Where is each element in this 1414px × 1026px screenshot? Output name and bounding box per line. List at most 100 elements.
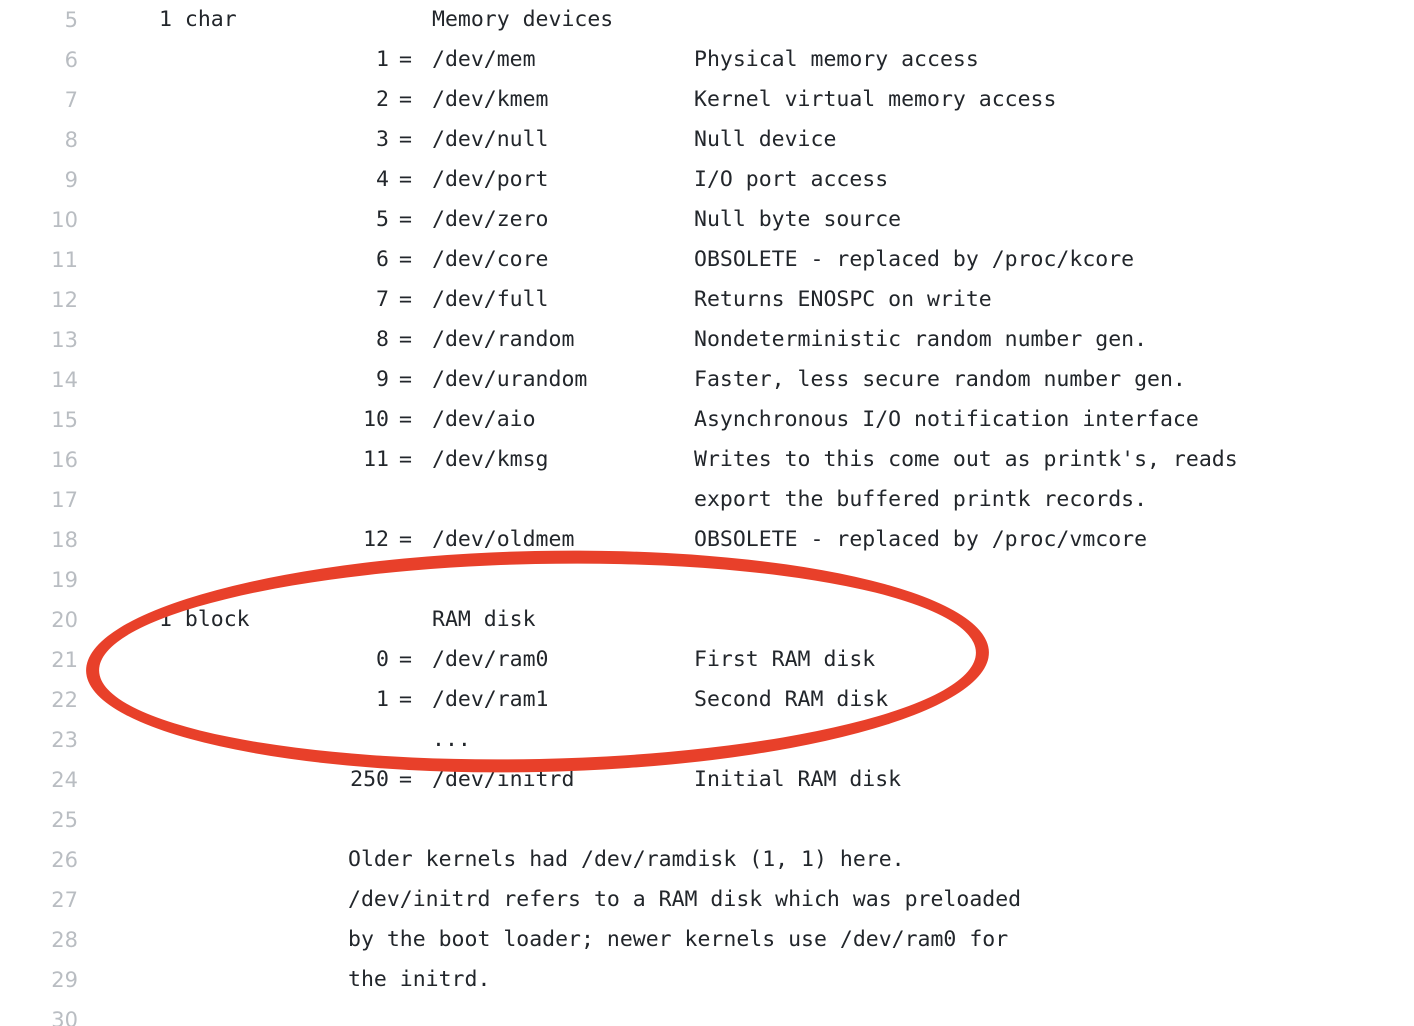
code-cell[interactable]: 1 char Memory devices bbox=[94, 0, 1414, 40]
code-cell[interactable]: 3 = /dev/null Null device bbox=[94, 120, 1414, 160]
code-cell[interactable]: 5 = /dev/zero Null byte source bbox=[94, 200, 1414, 240]
line-number[interactable]: 17 bbox=[0, 480, 94, 520]
device-minor-number: 10 bbox=[363, 407, 389, 432]
code-cell[interactable]: the initrd. bbox=[94, 960, 1414, 1000]
code-row[interactable]: 26 Older kernels had /dev/ramdisk (1, 1) … bbox=[0, 840, 1414, 880]
line-number[interactable]: 11 bbox=[0, 240, 94, 280]
code-row[interactable]: 11 6 = /dev/core OBSOLETE - replaced by /pro… bbox=[0, 240, 1414, 280]
code-cell[interactable]: 0 = /dev/ram0 First RAM disk bbox=[94, 640, 1414, 680]
line-number[interactable]: 8 bbox=[0, 120, 94, 160]
code-cell[interactable]: 1 block RAM disk bbox=[94, 600, 1414, 640]
device-node-path: /dev/zero bbox=[432, 207, 549, 232]
code-cell[interactable]: ... bbox=[94, 720, 1414, 760]
line-number[interactable]: 16 bbox=[0, 440, 94, 480]
code-row[interactable]: 25 bbox=[0, 800, 1414, 840]
device-description: Returns ENOSPC on write bbox=[694, 287, 992, 312]
equals-sign: = bbox=[399, 327, 412, 352]
code-cell[interactable]: 2 = /dev/kmem Kernel virtual memory access bbox=[94, 80, 1414, 120]
code-row[interactable]: 30 bbox=[0, 1000, 1414, 1026]
code-row[interactable]: 5 1 char Memory devices bbox=[0, 0, 1414, 40]
code-viewer[interactable]: 5 1 char Memory devices 6 1 = /dev/mem Physical… bbox=[0, 0, 1414, 1026]
line-number[interactable]: 21 bbox=[0, 640, 94, 680]
device-minor-number: 0 bbox=[376, 647, 389, 672]
code-line: 0 = /dev/ram0 First RAM disk bbox=[94, 640, 1414, 680]
device-minor-number: 5 bbox=[376, 207, 389, 232]
code-cell[interactable] bbox=[94, 800, 1414, 840]
device-node-path: /dev/kmem bbox=[432, 87, 549, 112]
line-number[interactable]: 9 bbox=[0, 160, 94, 200]
line-number[interactable]: 19 bbox=[0, 560, 94, 600]
line-number[interactable]: 14 bbox=[0, 360, 94, 400]
line-number[interactable]: 6 bbox=[0, 40, 94, 80]
line-number[interactable]: 24 bbox=[0, 760, 94, 800]
code-cell[interactable]: export the buffered printk records. bbox=[94, 480, 1414, 520]
code-cell[interactable]: by the boot loader; newer kernels use /d… bbox=[94, 920, 1414, 960]
line-number[interactable]: 10 bbox=[0, 200, 94, 240]
code-row[interactable]: 8 3 = /dev/null Null device bbox=[0, 120, 1414, 160]
device-node-path: /dev/random bbox=[432, 327, 575, 352]
device-node-path: /dev/ram1 bbox=[432, 687, 549, 712]
device-description: Null device bbox=[694, 127, 837, 152]
code-row[interactable]: 6 1 = /dev/mem Physical memory access bbox=[0, 40, 1414, 80]
line-number[interactable]: 27 bbox=[0, 880, 94, 920]
device-node-path: /dev/initrd bbox=[432, 767, 575, 792]
code-row[interactable]: 10 5 = /dev/zero Null byte source bbox=[0, 200, 1414, 240]
code-row[interactable]: 24 250 = /dev/initrd Initial RAM disk bbox=[0, 760, 1414, 800]
line-number[interactable]: 13 bbox=[0, 320, 94, 360]
device-description: First RAM disk bbox=[694, 647, 876, 672]
line-number[interactable]: 5 bbox=[0, 0, 94, 40]
equals-sign: = bbox=[399, 447, 412, 472]
line-number[interactable]: 22 bbox=[0, 680, 94, 720]
device-node-path: ... bbox=[432, 727, 471, 752]
code-cell[interactable]: 11 = /dev/kmsg Writes to this come out as p… bbox=[94, 440, 1414, 480]
line-number[interactable]: 15 bbox=[0, 400, 94, 440]
device-minor-number: 4 bbox=[376, 167, 389, 192]
code-row[interactable]: 21 0 = /dev/ram0 First RAM disk bbox=[0, 640, 1414, 680]
device-class-label: 1 char bbox=[159, 7, 237, 32]
equals-sign: = bbox=[399, 647, 412, 672]
line-number[interactable]: 20 bbox=[0, 600, 94, 640]
line-number[interactable]: 26 bbox=[0, 840, 94, 880]
line-number[interactable]: 25 bbox=[0, 800, 94, 840]
code-row[interactable]: 28 by the boot loader; newer kernels use … bbox=[0, 920, 1414, 960]
code-row[interactable]: 20 1 block RAM disk bbox=[0, 600, 1414, 640]
device-node-path: /dev/port bbox=[432, 167, 549, 192]
device-minor-number: 3 bbox=[376, 127, 389, 152]
code-row[interactable]: 23... bbox=[0, 720, 1414, 760]
code-cell[interactable]: 250 = /dev/initrd Initial RAM disk bbox=[94, 760, 1414, 800]
code-row[interactable]: 12 7 = /dev/full Returns ENOSPC on write bbox=[0, 280, 1414, 320]
code-row[interactable]: 14 9 = /dev/urandom Faster, less secure rand… bbox=[0, 360, 1414, 400]
code-row[interactable]: 16 11 = /dev/kmsg Writes to this come out as… bbox=[0, 440, 1414, 480]
line-number[interactable]: 29 bbox=[0, 960, 94, 1000]
code-row[interactable]: 27/dev/initrd refers to a RAM disk which… bbox=[0, 880, 1414, 920]
line-number[interactable]: 28 bbox=[0, 920, 94, 960]
code-cell[interactable]: 6 = /dev/core OBSOLETE - replaced by /proc/… bbox=[94, 240, 1414, 280]
code-row[interactable]: 9 4 = /dev/port I/O port access bbox=[0, 160, 1414, 200]
code-cell[interactable]: 4 = /dev/port I/O port access bbox=[94, 160, 1414, 200]
code-cell[interactable]: 10 = /dev/aio Asynchronous I/O notification… bbox=[94, 400, 1414, 440]
code-cell[interactable]: 9 = /dev/urandom Faster, less secure random… bbox=[94, 360, 1414, 400]
code-cell[interactable]: 1 = /dev/mem Physical memory access bbox=[94, 40, 1414, 80]
code-cell[interactable]: 7 = /dev/full Returns ENOSPC on write bbox=[94, 280, 1414, 320]
code-cell[interactable]: /dev/initrd refers to a RAM disk which w… bbox=[94, 880, 1414, 920]
line-number[interactable]: 23 bbox=[0, 720, 94, 760]
code-row[interactable]: 22 1 = /dev/ram1 Second RAM disk bbox=[0, 680, 1414, 720]
code-row[interactable]: 29 the initrd. bbox=[0, 960, 1414, 1000]
code-cell[interactable]: 12 = /dev/oldmem OBSOLETE - replaced by /pr… bbox=[94, 520, 1414, 560]
code-row[interactable]: 13 8 = /dev/random Nondeterministic random n… bbox=[0, 320, 1414, 360]
code-cell[interactable]: 1 = /dev/ram1 Second RAM disk bbox=[94, 680, 1414, 720]
code-cell[interactable] bbox=[94, 560, 1414, 600]
code-cell[interactable]: 8 = /dev/random Nondeterministic random num… bbox=[94, 320, 1414, 360]
code-row[interactable]: 19 bbox=[0, 560, 1414, 600]
line-number[interactable]: 7 bbox=[0, 80, 94, 120]
code-row[interactable]: 18 12 = /dev/oldmem OBSOLETE - replaced by /… bbox=[0, 520, 1414, 560]
code-row[interactable]: 17 export the buffered printk records. bbox=[0, 480, 1414, 520]
code-row[interactable]: 7 2 = /dev/kmem Kernel virtual memory access bbox=[0, 80, 1414, 120]
code-cell[interactable] bbox=[94, 1000, 1414, 1026]
code-cell[interactable]: Older kernels had /dev/ramdisk (1, 1) he… bbox=[94, 840, 1414, 880]
line-number[interactable]: 30 bbox=[0, 1000, 94, 1026]
code-row[interactable]: 15 10 = /dev/aio Asynchronous I/O notificati… bbox=[0, 400, 1414, 440]
device-description: OBSOLETE - replaced by /proc/vmcore bbox=[694, 527, 1148, 552]
line-number[interactable]: 18 bbox=[0, 520, 94, 560]
line-number[interactable]: 12 bbox=[0, 280, 94, 320]
